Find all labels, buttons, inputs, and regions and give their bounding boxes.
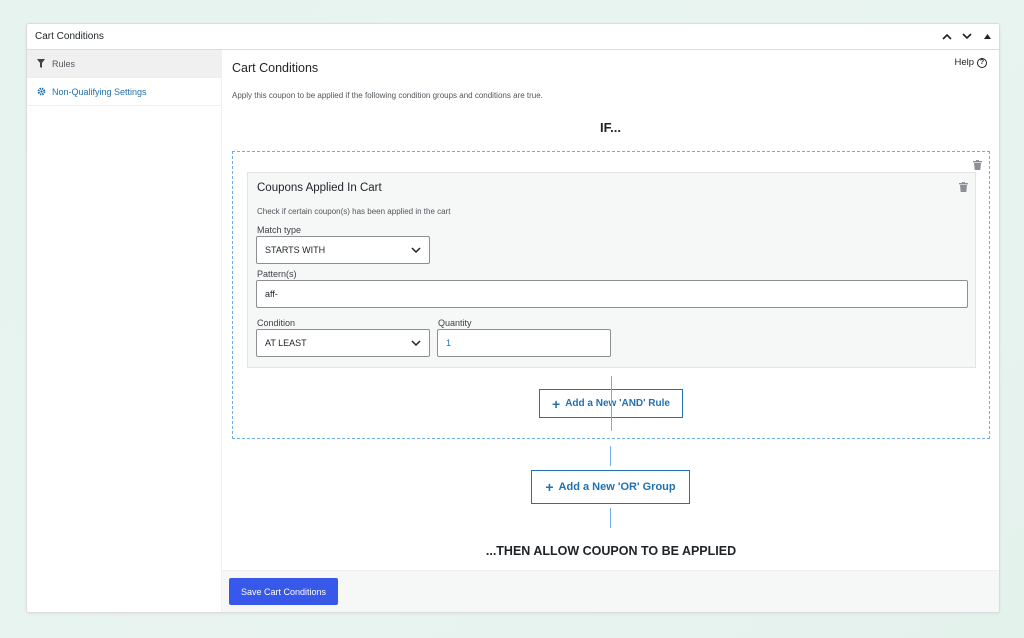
- footer: Save Cart Conditions: [222, 570, 999, 612]
- condition-select[interactable]: AT LEAST: [256, 329, 430, 357]
- quantity-value: 1: [446, 338, 452, 348]
- sidebar: Rules Non-Qualifying Settings: [27, 50, 222, 612]
- connector-line: [610, 508, 611, 528]
- chevron-down-icon: [411, 246, 421, 254]
- quantity-label: Quantity: [438, 318, 472, 328]
- move-down-icon[interactable]: [961, 29, 973, 43]
- delete-group-trash-icon[interactable]: [973, 157, 983, 170]
- help-label: Help: [954, 57, 974, 68]
- sidebar-item-label: Rules: [52, 58, 76, 69]
- condition-label: Condition: [257, 318, 296, 328]
- rule-description: Check if certain coupon(s) has been appl…: [257, 207, 451, 216]
- plus-icon: +: [545, 479, 554, 495]
- sidebar-item-rules[interactable]: Rules: [27, 50, 221, 78]
- connector-line: [610, 446, 611, 466]
- condition-value: AT LEAST: [265, 338, 307, 348]
- if-label: IF...: [600, 120, 621, 135]
- match-type-label: Match type: [257, 225, 302, 235]
- patterns-value: aff-: [265, 289, 278, 299]
- move-up-icon[interactable]: [941, 29, 953, 43]
- condition-group: Coupons Applied In Cart Check if certain…: [232, 151, 990, 439]
- match-type-select[interactable]: STARTS WITH: [256, 236, 430, 264]
- filter-icon: [35, 58, 47, 70]
- help-link[interactable]: Help ?: [954, 57, 987, 68]
- panel-header-controls: [941, 29, 993, 43]
- collapse-toggle-icon[interactable]: [981, 29, 993, 43]
- delete-rule-trash-icon[interactable]: [959, 179, 969, 192]
- panel-title: Cart Conditions: [35, 31, 104, 42]
- panel-header: Cart Conditions: [27, 24, 999, 50]
- patterns-label: Pattern(s): [257, 269, 297, 279]
- cart-conditions-panel: Cart Conditions Rules Non-Qualifying Set…: [26, 23, 1000, 613]
- sidebar-item-non-qualifying-settings[interactable]: Non-Qualifying Settings: [27, 78, 221, 106]
- help-icon: ?: [977, 57, 987, 68]
- chevron-down-icon: [411, 339, 421, 347]
- section-description: Apply this coupon to be applied if the f…: [232, 91, 543, 100]
- sidebar-item-label: Non-Qualifying Settings: [52, 86, 147, 97]
- rule-card: Coupons Applied In Cart Check if certain…: [247, 172, 976, 368]
- gear-icon: [35, 86, 47, 98]
- section-title: Cart Conditions: [232, 61, 319, 75]
- patterns-input[interactable]: aff-: [256, 280, 968, 308]
- main-content: Cart Conditions Help ? Apply this coupon…: [222, 50, 999, 612]
- add-or-group-button[interactable]: + Add a New 'OR' Group: [531, 470, 690, 504]
- rule-title: Coupons Applied In Cart: [257, 182, 382, 194]
- match-type-value: STARTS WITH: [265, 245, 326, 255]
- plus-icon: +: [552, 395, 561, 412]
- quantity-input[interactable]: 1: [437, 329, 611, 357]
- save-cart-conditions-button[interactable]: Save Cart Conditions: [229, 578, 338, 605]
- add-and-rule-label: Add a New 'AND' Rule: [565, 398, 670, 409]
- then-label: ...THEN ALLOW COUPON TO BE APPLIED: [485, 544, 737, 558]
- connector-line: [611, 376, 612, 431]
- add-or-group-label: Add a New 'OR' Group: [558, 481, 676, 493]
